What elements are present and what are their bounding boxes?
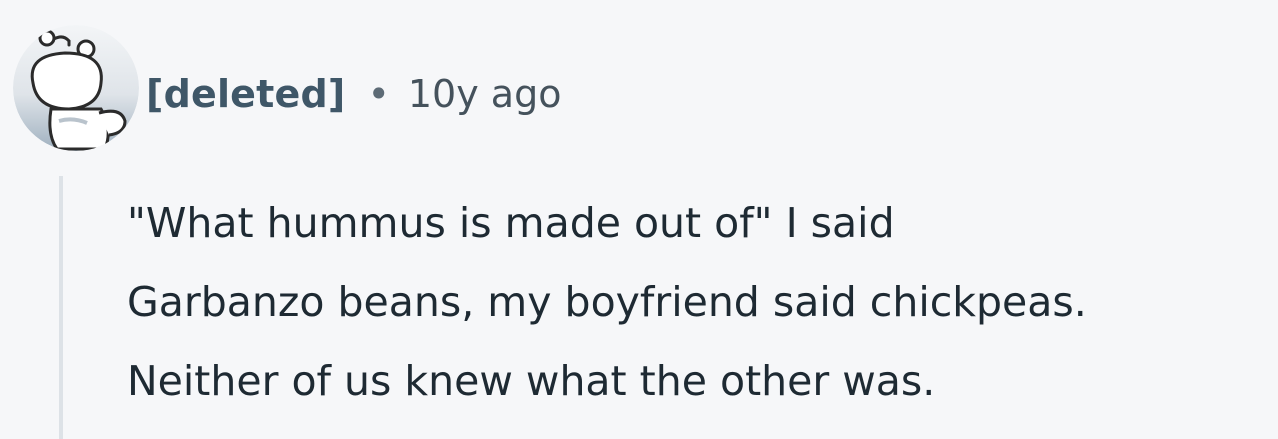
avatar[interactable]: [13, 25, 139, 151]
comment-line: Garbanzo beans, my boyfriend said chickp…: [127, 278, 1087, 326]
author-name[interactable]: [deleted]: [146, 72, 345, 116]
comment-meta: [deleted] • 10y ago: [146, 66, 561, 122]
comment-line: Neither of us knew what the other was.: [127, 357, 936, 405]
deleted-user-snoo-icon: [13, 25, 139, 151]
comment-line: "What hummus is made out of" I said: [127, 199, 895, 247]
comment: [deleted] • 10y ago "What hummus is made…: [0, 0, 1278, 439]
meta-separator: •: [367, 72, 390, 116]
thread-line[interactable]: [59, 176, 63, 439]
timestamp[interactable]: 10y ago: [408, 72, 562, 116]
comment-body: "What hummus is made out of" I said Garb…: [127, 184, 1267, 421]
